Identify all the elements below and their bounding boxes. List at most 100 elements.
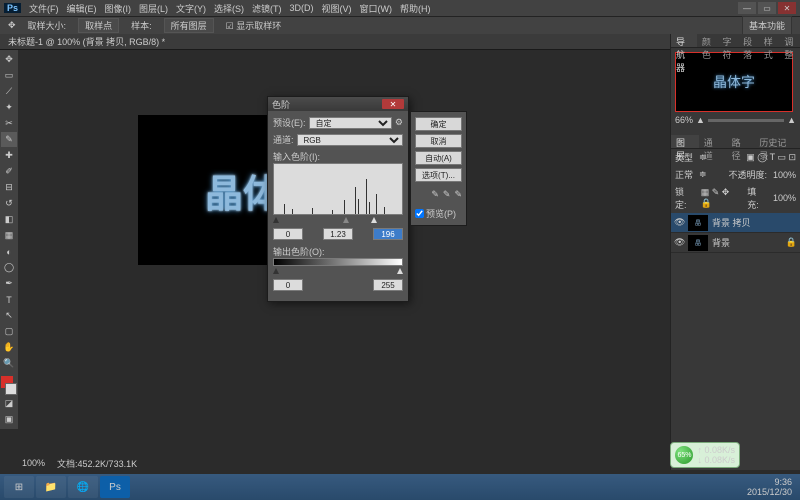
input-white[interactable] bbox=[373, 228, 403, 240]
preset-gear-icon[interactable]: ⚙ bbox=[395, 117, 403, 128]
move-tool-icon[interactable]: ✥ bbox=[1, 52, 17, 67]
channel-select[interactable]: RGB bbox=[297, 134, 403, 146]
nav-zoom-slider[interactable] bbox=[708, 119, 784, 122]
document-tab[interactable]: 未标题-1 @ 100% (背景 拷贝, RGB/8) * bbox=[8, 35, 165, 48]
styles-tab[interactable]: 样式 bbox=[759, 34, 780, 47]
sample-size-value[interactable]: 取样点 bbox=[78, 18, 119, 33]
menu-layer[interactable]: 图层(L) bbox=[139, 2, 168, 15]
layer-thumb: 晶 bbox=[688, 215, 708, 231]
quickmask-icon[interactable]: ◪ bbox=[1, 396, 17, 411]
layer-row[interactable]: 👁 晶 背景 🔒 bbox=[671, 233, 800, 253]
histogram bbox=[273, 163, 403, 215]
channels-tab[interactable]: 通道 bbox=[699, 135, 727, 148]
lock-icons[interactable]: ▦ ✎ ✥ 🔒 bbox=[701, 187, 742, 209]
menu-help[interactable]: 帮助(H) bbox=[400, 2, 431, 15]
blur-tool-icon[interactable]: ◐ bbox=[1, 244, 17, 259]
para-tab[interactable]: 段落 bbox=[738, 34, 759, 47]
workspace-selector[interactable]: 基本功能 bbox=[742, 16, 792, 35]
cancel-button[interactable]: 取消 bbox=[415, 134, 462, 148]
ps-taskbar-icon[interactable]: Ps bbox=[100, 476, 130, 498]
channel-label: 通道: bbox=[273, 133, 294, 146]
preview-checkbox[interactable]: 预览(P) bbox=[415, 207, 462, 220]
crop-tool-icon[interactable]: ✂ bbox=[1, 116, 17, 131]
heal-tool-icon[interactable]: ✚ bbox=[1, 148, 17, 163]
dialog-close-icon[interactable]: ✕ bbox=[382, 99, 404, 109]
wand-tool-icon[interactable]: ✦ bbox=[1, 100, 17, 115]
history-tab[interactable]: 历史记录 bbox=[754, 135, 800, 148]
window-close[interactable]: ✕ bbox=[778, 2, 796, 14]
eraser-tool-icon[interactable]: ◧ bbox=[1, 212, 17, 227]
network-widget[interactable]: 65% ↑ 0.08K/s↓ 0.08K/s bbox=[670, 442, 740, 468]
toolbox: ✥ ▭ ⟋ ✦ ✂ ✎ ✚ ✐ ⊟ ↺ ◧ ▦ ◐ ◯ ✒ T ↖ ▢ ✋ 🔍 … bbox=[0, 50, 18, 429]
navigator-thumb[interactable]: 晶体字 bbox=[675, 52, 793, 112]
dodge-tool-icon[interactable]: ◯ bbox=[1, 260, 17, 275]
menu-view[interactable]: 视图(V) bbox=[322, 2, 352, 15]
window-min[interactable]: — bbox=[738, 2, 756, 14]
fill-value[interactable]: 100% bbox=[773, 193, 796, 203]
menu-edit[interactable]: 编辑(E) bbox=[67, 2, 97, 15]
input-black[interactable] bbox=[273, 228, 303, 240]
eyedrop-tool-icon[interactable]: ✎ bbox=[1, 132, 17, 147]
filter-kind[interactable]: 类型 bbox=[675, 151, 693, 164]
input-gamma[interactable] bbox=[323, 228, 353, 240]
visibility-icon[interactable]: 👁 bbox=[674, 217, 684, 228]
show-ring-label[interactable]: ☑ 显示取样环 bbox=[226, 19, 282, 32]
hand-tool-icon[interactable]: ✋ bbox=[1, 340, 17, 355]
auto-button[interactable]: 自动(A) bbox=[415, 151, 462, 165]
browser-icon[interactable]: 🌐 bbox=[68, 476, 98, 498]
menu-select[interactable]: 选择(S) bbox=[214, 2, 244, 15]
history-brush-icon[interactable]: ↺ bbox=[1, 196, 17, 211]
pen-tool-icon[interactable]: ✒ bbox=[1, 276, 17, 291]
screenmode-icon[interactable]: ▣ bbox=[1, 412, 17, 427]
opacity-value[interactable]: 100% bbox=[773, 170, 796, 180]
path-tool-icon[interactable]: ↖ bbox=[1, 308, 17, 323]
lasso-tool-icon[interactable]: ⟋ bbox=[1, 84, 17, 99]
sample-value[interactable]: 所有图层 bbox=[164, 18, 214, 33]
layers-tab[interactable]: 图层 bbox=[671, 135, 699, 148]
menu-image[interactable]: 图像(I) bbox=[105, 2, 132, 15]
output-black[interactable] bbox=[273, 279, 303, 291]
navigator-tab[interactable]: 导航器 bbox=[671, 34, 697, 47]
start-button[interactable]: ⊞ bbox=[4, 476, 34, 498]
black-eyedrop-icon[interactable]: ✎ bbox=[431, 189, 439, 200]
menu-type[interactable]: 文字(Y) bbox=[176, 2, 206, 15]
brush-tool-icon[interactable]: ✐ bbox=[1, 164, 17, 179]
menu-file[interactable]: 文件(F) bbox=[29, 2, 59, 15]
color-tab[interactable]: 颜色 bbox=[697, 34, 718, 47]
output-gradient bbox=[273, 258, 403, 266]
options-button[interactable]: 选项(T)... bbox=[415, 168, 462, 182]
menu-3d[interactable]: 3D(D) bbox=[290, 3, 314, 13]
input-slider[interactable] bbox=[273, 217, 403, 225]
preset-select[interactable]: 自定 bbox=[309, 117, 392, 129]
white-eyedrop-icon[interactable]: ✎ bbox=[454, 189, 462, 200]
output-slider[interactable] bbox=[273, 268, 403, 276]
shape-tool-icon[interactable]: ▢ bbox=[1, 324, 17, 339]
usage-pct: 65% bbox=[675, 446, 693, 464]
sample-size-label: 取样大小: bbox=[28, 19, 67, 32]
window-restore[interactable]: ▭ bbox=[758, 2, 776, 14]
visibility-icon[interactable]: 👁 bbox=[674, 237, 684, 248]
gradient-tool-icon[interactable]: ▦ bbox=[1, 228, 17, 243]
gray-eyedrop-icon[interactable]: ✎ bbox=[443, 189, 451, 200]
paths-tab[interactable]: 路径 bbox=[727, 135, 755, 148]
layer-name: 背景 bbox=[712, 236, 730, 249]
levels-dialog: 色阶 ✕ 预设(E): 自定 ⚙ 通道: RGB 输入色阶(I): bbox=[267, 96, 409, 302]
background-swatch[interactable] bbox=[5, 383, 17, 395]
nav-zoom-out-icon[interactable]: ▲ bbox=[696, 115, 705, 125]
ok-button[interactable]: 确定 bbox=[415, 117, 462, 131]
blend-mode[interactable]: 正常 bbox=[675, 168, 693, 181]
output-white[interactable] bbox=[373, 279, 403, 291]
zoom-tool-icon[interactable]: 🔍 bbox=[1, 356, 17, 371]
text-tool-icon[interactable]: T bbox=[1, 292, 17, 307]
explorer-icon[interactable]: 📁 bbox=[36, 476, 66, 498]
menu-filter[interactable]: 滤镜(T) bbox=[252, 2, 282, 15]
menu-window[interactable]: 窗口(W) bbox=[360, 2, 393, 15]
nav-zoom-in-icon[interactable]: ▲ bbox=[787, 115, 796, 125]
stamp-tool-icon[interactable]: ⊟ bbox=[1, 180, 17, 195]
char-tab[interactable]: 字符 bbox=[718, 34, 739, 47]
adjust-tab[interactable]: 调整 bbox=[779, 34, 800, 47]
dialog-title: 色阶 bbox=[272, 98, 290, 111]
marquee-tool-icon[interactable]: ▭ bbox=[1, 68, 17, 83]
lock-icon: 🔒 bbox=[786, 237, 797, 248]
layer-row[interactable]: 👁 晶 背景 拷贝 bbox=[671, 213, 800, 233]
